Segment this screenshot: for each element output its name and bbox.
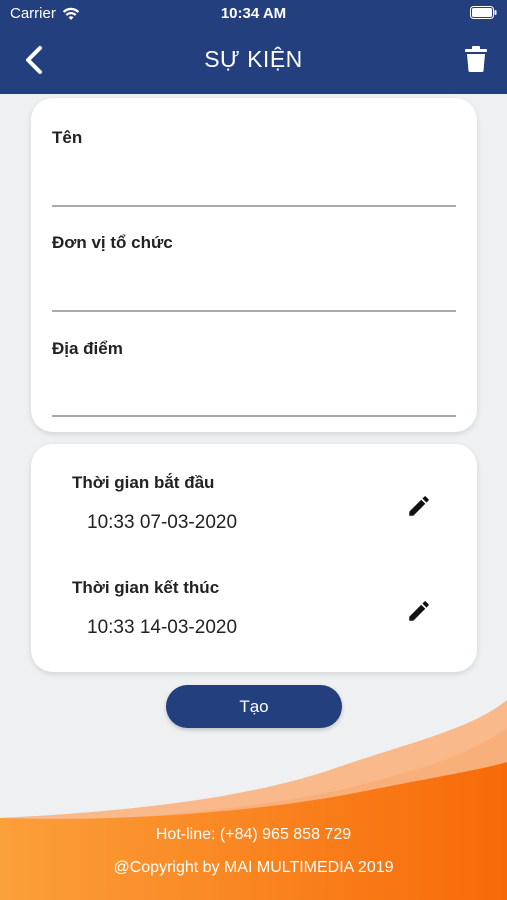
- status-time: 10:34 AM: [220, 5, 287, 22]
- trash-icon[interactable]: [465, 46, 487, 72]
- edit-start-pencil-icon[interactable]: [406, 493, 432, 519]
- field-label-name: Tên: [52, 128, 83, 147]
- hotline-text: Hot-line: (+84) 965 858 729: [155, 826, 352, 843]
- field-label-organizer: Đơn vị tổ chức: [52, 233, 173, 252]
- event-info-card: Tên Đơn vị tổ chức Địa điểm: [31, 98, 477, 432]
- field-label-location: Địa điểm: [52, 339, 123, 358]
- event-time-card: Thời gian bắt đầu 10:33 07-03-2020 Thời …: [31, 444, 477, 672]
- copyright-text: @Copyright by MAI MULTIMEDIA 2019: [113, 859, 394, 876]
- page-title: SỰ KIỆN: [204, 46, 303, 72]
- nav-bar: SỰ KIỆN: [0, 26, 507, 94]
- end-time-value: 10:33 14-03-2020: [87, 617, 238, 638]
- location-input[interactable]: [52, 415, 456, 417]
- organizer-input[interactable]: [52, 310, 456, 312]
- create-button[interactable]: Tạo: [166, 685, 342, 728]
- start-time-label: Thời gian bắt đầu: [72, 473, 215, 492]
- battery-icon: [470, 6, 497, 19]
- edit-end-pencil-icon[interactable]: [406, 598, 432, 624]
- name-input[interactable]: [52, 205, 456, 207]
- end-time-label: Thời gian kết thúc: [72, 578, 220, 597]
- status-bar: Carrier 10:34 AM: [0, 0, 507, 26]
- start-time-value: 10:33 07-03-2020: [87, 512, 238, 533]
